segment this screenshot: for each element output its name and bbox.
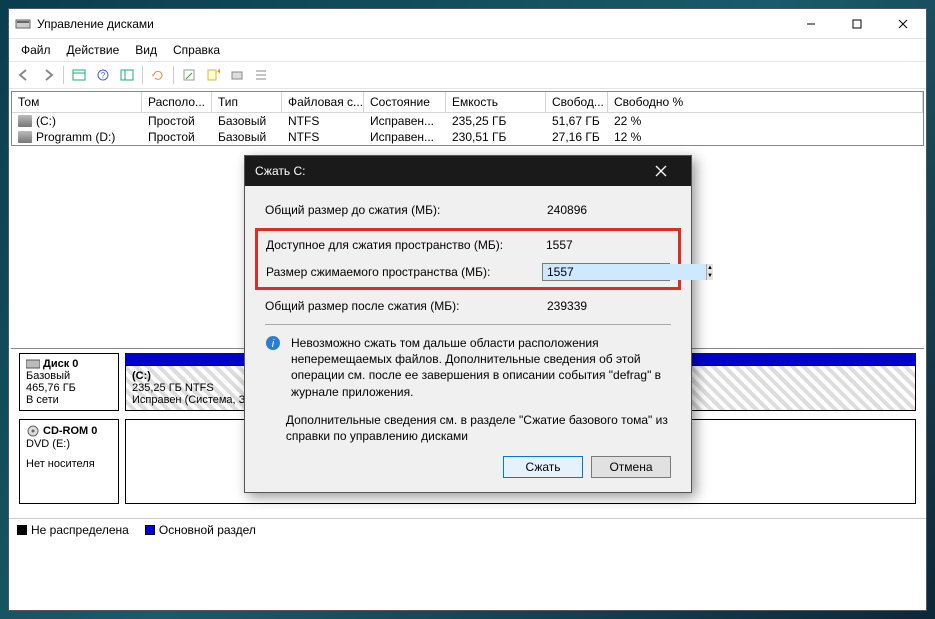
spinner-up-button[interactable]: ▲ [707,264,713,272]
dialog-titlebar[interactable]: Сжать C: [245,156,691,186]
shrink-size-spinner[interactable]: ▲ ▼ [542,263,670,281]
toolbar: ? ✦ [9,61,926,89]
menu-file[interactable]: Файл [13,41,59,59]
table-row[interactable]: (C:) Простой Базовый NTFS Исправен... 23… [12,113,923,129]
col-layout[interactable]: Располо... [142,92,212,112]
legend-unallocated-icon [17,525,27,535]
info-text-1: Невозможно сжать том дальше области расп… [291,335,671,400]
menubar: Файл Действие Вид Справка [9,39,926,61]
nav-forward-button[interactable] [37,64,59,86]
tb-action-button[interactable] [226,64,248,86]
minimize-button[interactable] [788,9,834,39]
col-type[interactable]: Тип [212,92,282,112]
col-status[interactable]: Состояние [364,92,446,112]
info-text-2: Дополнительные сведения см. в разделе "С… [286,412,671,444]
highlighted-region: Доступное для сжатия пространство (МБ): … [255,228,681,290]
dialog-close-button[interactable] [641,156,681,186]
col-freepct[interactable]: Свободно % [608,92,923,112]
legend-primary-icon [145,525,155,535]
window-title: Управление дисками [37,17,788,31]
nav-back-button[interactable] [13,64,35,86]
legend: Не распределена Основной раздел [9,518,926,541]
value-total-after: 239339 [543,298,671,314]
label-total-after: Общий размер после сжатия (МБ): [265,299,543,313]
tb-properties-button[interactable] [178,64,200,86]
spinner-down-button[interactable]: ▼ [707,272,713,280]
svg-text:✦: ✦ [216,68,220,76]
label-available: Доступное для сжатия пространство (МБ): [266,238,542,252]
table-row[interactable]: Programm (D:) Простой Базовый NTFS Испра… [12,129,923,145]
titlebar[interactable]: Управление дисками [9,9,926,39]
disk-icon [26,358,40,370]
volume-table: Том Располо... Тип Файловая с... Состоян… [11,91,924,146]
volume-icon [18,131,32,143]
label-total-before: Общий размер до сжатия (МБ): [265,203,543,217]
value-available: 1557 [542,237,670,253]
app-icon [15,16,31,32]
cdrom-icon [26,424,40,438]
volume-icon [18,115,32,127]
dialog-title: Сжать C: [255,164,641,178]
tb-list-button[interactable] [250,64,272,86]
value-total-before: 240896 [543,202,671,218]
menu-action[interactable]: Действие [59,41,128,59]
col-fs[interactable]: Файловая с... [282,92,364,112]
cancel-button[interactable]: Отмена [591,456,671,478]
shrink-dialog: Сжать C: Общий размер до сжатия (МБ): 24… [244,155,692,493]
svg-text:?: ? [101,71,106,80]
menu-help[interactable]: Справка [165,41,228,59]
tb-rescan-button[interactable] [147,64,169,86]
menu-view[interactable]: Вид [127,41,165,59]
col-free[interactable]: Свобод... [546,92,608,112]
tb-new-button[interactable]: ✦ [202,64,224,86]
shrink-size-input[interactable] [543,264,706,280]
col-capacity[interactable]: Емкость [446,92,546,112]
shrink-button[interactable]: Сжать [503,456,583,478]
col-volume[interactable]: Том [12,92,142,112]
label-shrink-size: Размер сжимаемого пространства (МБ): [266,265,542,279]
tb-help-button[interactable]: ? [92,64,114,86]
maximize-button[interactable] [834,9,880,39]
tb-refresh-button[interactable] [116,64,138,86]
info-icon: i [265,335,281,351]
tb-view-button[interactable] [68,64,90,86]
close-button[interactable] [880,9,926,39]
